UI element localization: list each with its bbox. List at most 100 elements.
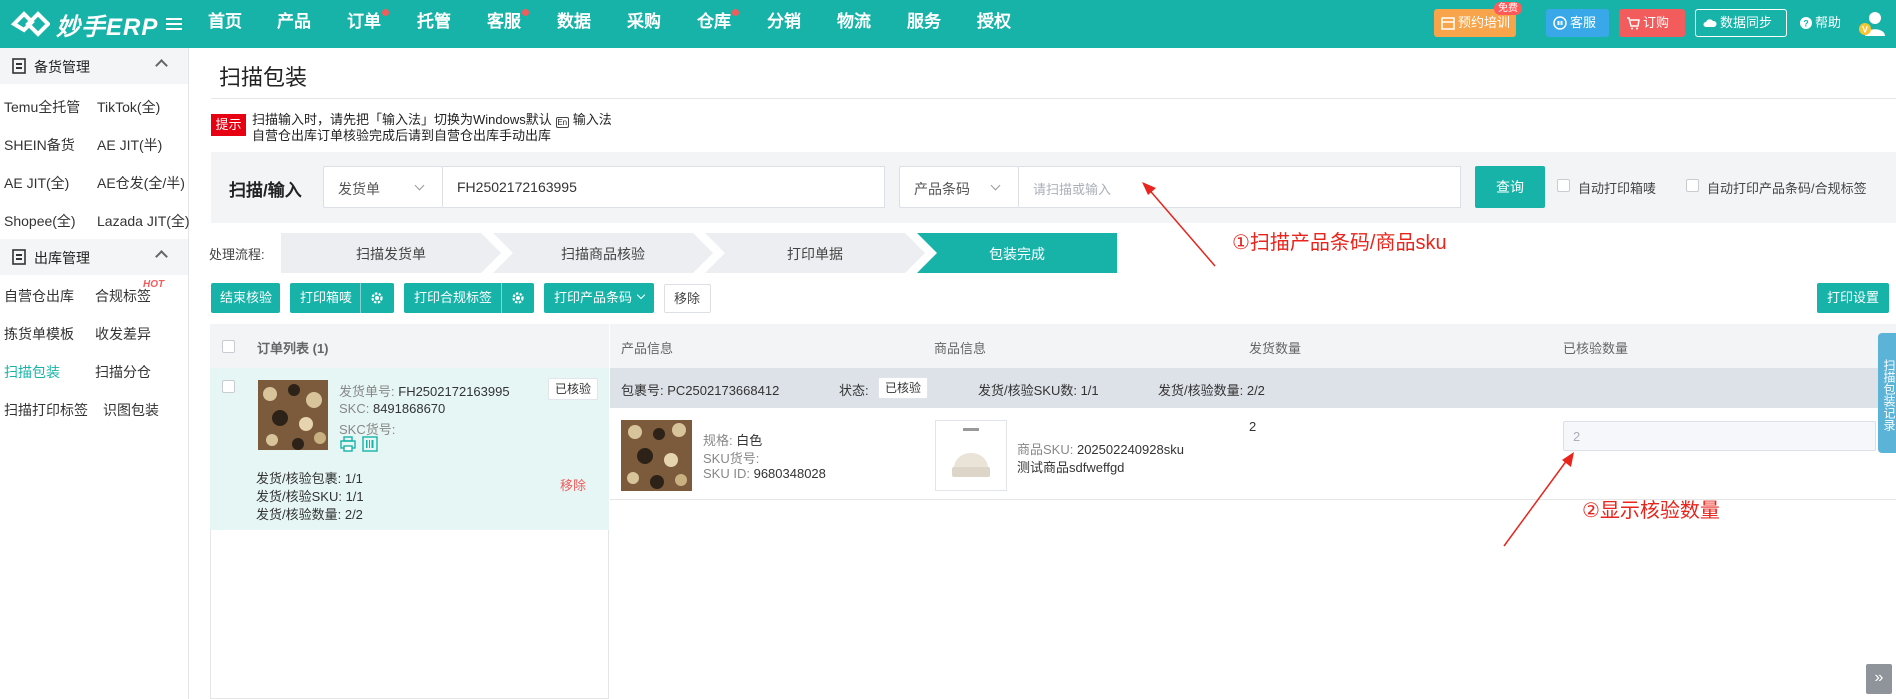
chevron-down-icon [414,180,425,191]
verified-quantity-input[interactable]: 2 [1563,421,1876,451]
data-sync-button[interactable]: 数据同步 [1695,9,1787,37]
query-button[interactable]: 查询 [1475,166,1545,208]
cart-icon [1627,17,1640,30]
ship-number: 发货单号: FH2502172163995 [339,384,510,399]
gear-icon[interactable] [511,291,525,305]
flow-label: 处理流程: [209,247,265,262]
nav-authorization[interactable]: 授权 [977,0,1011,48]
nav-products[interactable]: 产品 [277,0,311,48]
logo[interactable]: 妙手ERP [10,6,158,42]
ship-quantity: 2 [1249,419,1257,434]
order-number-input[interactable]: FH2502172163995 [443,166,885,208]
nav-distribution[interactable]: 分销 [767,0,801,48]
scan-type-select[interactable]: 发货单 [323,166,443,208]
sidebar-group-outbound[interactable]: 出库管理 [0,239,188,275]
keyboard-icon: En [555,117,569,128]
print-icons [340,436,378,455]
sidebar-item-diff[interactable]: 收发差异 [95,324,151,344]
sidebar-item-self-outbound[interactable]: 自营仓出库 [4,286,74,306]
sidebar: 备货管理 Temu全托管 TikTok(全) SHEIN备货 AE JIT(半)… [0,48,190,699]
product-thumbnail [258,380,328,450]
gear-icon[interactable] [370,291,384,305]
cs-notification-dot [522,9,529,16]
remove-button[interactable]: 移除 [664,284,711,313]
training-button[interactable]: 预约培训 免费 [1434,2,1522,37]
nav-data[interactable]: 数据 [557,0,591,48]
help-icon: ? [1800,17,1812,29]
remove-order-link[interactable]: 移除 [560,475,586,494]
annotation-text-2: ②显示核验数量 [1582,500,1720,522]
chevron-down-icon [636,290,646,300]
sidebar-item-ae-jit-full[interactable]: AE JIT(全) [4,173,69,193]
package-qty-count: 发货/核验数量: 2/2 [1158,383,1265,398]
sidebar-item-ae-warehouse[interactable]: AE仓发(全/半) [97,173,185,193]
help-button[interactable]: ? 帮助 [1797,9,1855,37]
nav-warehouse[interactable]: 仓库 [697,0,731,48]
sidebar-item-tiktok[interactable]: TikTok(全) [97,97,160,117]
package-number: 包裹号: PC2502173668412 [621,383,780,398]
sidebar-item-image-pack[interactable]: 识图包装 [103,400,159,420]
barcode-icon[interactable] [362,436,378,452]
sidebar-item-scan-print-label[interactable]: 扫描打印标签 [4,400,88,420]
user-avatar-icon[interactable]: V [1857,10,1887,38]
sidebar-item-lazada[interactable]: Lazada JIT(全) [97,211,190,231]
finish-verify-button[interactable]: 结束核验 [211,283,280,313]
barcode-input[interactable]: 请扫描或输入 [1019,166,1461,208]
menu-toggle-icon[interactable] [166,12,186,36]
scan-record-side-tab[interactable]: 扫描包装记录 [1878,333,1896,453]
service-button[interactable]: 客服 [1546,9,1609,37]
collapse-caret-icon [155,250,168,263]
nav-services[interactable]: 服务 [907,0,941,48]
package-status-badge: 已核验 [878,377,929,399]
nav-purchase[interactable]: 采购 [627,0,661,48]
goods-image [935,420,1007,491]
logo-mark-icon [10,11,50,37]
barcode-type-select[interactable]: 产品条码 [899,166,1019,208]
order-subscribe-button[interactable]: 订购 [1619,9,1685,37]
tip-badge: 提示 [211,114,246,136]
sidebar-item-pick-template[interactable]: 拣货单模板 [4,324,74,344]
logo-text: 妙手ERP [56,13,159,41]
product-image [621,420,692,491]
sidebar-item-scan-split[interactable]: 扫描分仓 [95,362,151,382]
sidebar-item-shopee[interactable]: Shopee(全) [4,211,76,231]
print-settings-button[interactable]: 打印设置 [1817,283,1889,313]
package-bar: 包裹号: PC2502173668412 状态: 已核验 发货/核验SKU数: … [610,368,1896,408]
flow-step-1: 扫描发货单 [281,233,501,273]
annotation-arrow-2 [1503,452,1574,547]
flow-step-4-active: 包装完成 [917,233,1117,273]
select-all-checkbox[interactable] [222,340,235,353]
sidebar-item-shein[interactable]: SHEIN备货 [4,135,75,155]
order-list-header: 订单列表 (1) [210,324,609,368]
hot-badge: HOT [143,279,165,290]
chevron-down-icon [990,180,1001,191]
order-checkbox[interactable] [222,380,235,393]
free-badge: 免费 [1494,2,1522,15]
nav-home[interactable]: 首页 [208,0,242,48]
print-compliance-label-button[interactable]: 打印合规标签 [404,283,534,313]
sidebar-group-stock[interactable]: 备货管理 [0,48,188,84]
annotation-arrow-1 [1142,182,1216,267]
annotation-text-1: ①扫描产品条码/商品sku [1232,232,1447,254]
calendar-icon [1441,17,1455,30]
nav-hosting[interactable]: 托管 [417,0,451,48]
printer-icon[interactable] [340,436,356,452]
auto-print-label-checkbox[interactable] [1686,179,1699,192]
page-title: 扫描包装 [219,65,308,90]
flow-step-3: 打印单据 [705,233,925,273]
skc: SKC: 8491868670 [339,401,446,416]
auto-print-box-checkbox[interactable] [1557,179,1570,192]
sidebar-item-temu[interactable]: Temu全托管 [4,97,80,117]
print-box-label-button[interactable]: 打印箱唛 [290,283,394,313]
tip-line-2: 自营仓出库订单核验完成后请到自营仓出库手动出库 [252,128,552,143]
nav-orders[interactable]: 订单 [347,0,381,48]
print-barcode-button[interactable]: 打印产品条码 [544,283,654,313]
nav-logistics[interactable]: 物流 [837,0,871,48]
sidebar-item-ae-jit-half[interactable]: AE JIT(半) [97,135,162,155]
sidebar-item-scan-pack[interactable]: 扫描包装 [4,362,60,382]
expand-icon[interactable]: » [1866,664,1892,694]
goods-sku: 商品SKU: 202502240928sku [1017,442,1184,457]
product-table-header: 产品信息 商品信息 发货数量 已核验数量 [610,324,1896,368]
product-spec: 规格: 白色 [703,433,763,448]
nav-customer-service[interactable]: 客服 [487,0,521,48]
